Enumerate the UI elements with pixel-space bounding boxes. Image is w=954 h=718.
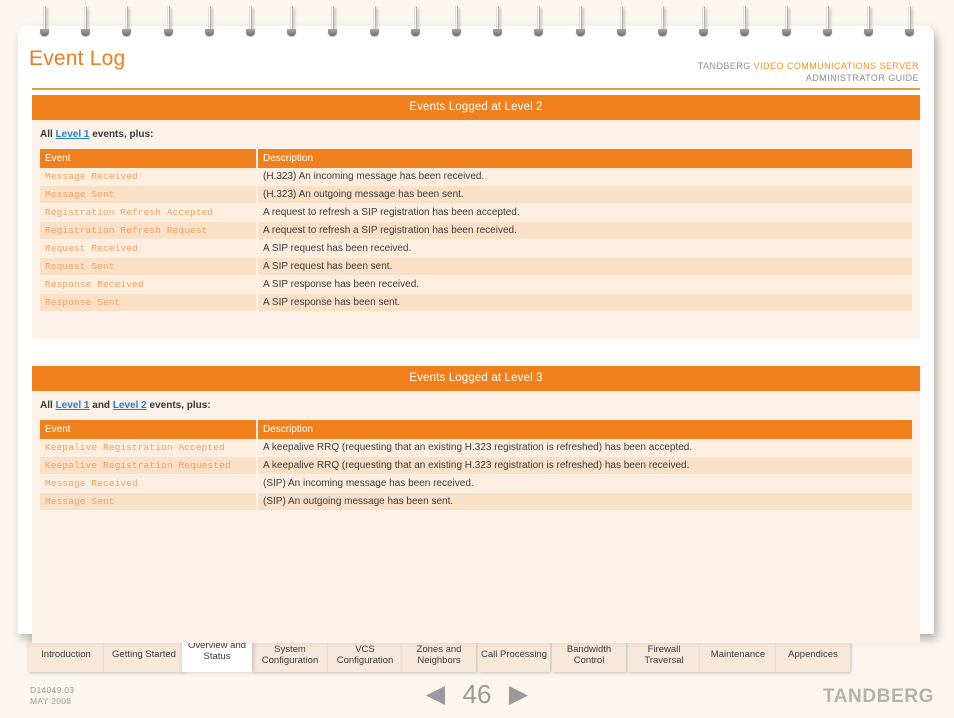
event-description-cell: A SIP request has been sent. (257, 257, 912, 276)
section-body: All Level 1 events, plus: Event Descriptio… (32, 120, 920, 339)
intro-prefix: All (40, 129, 56, 140)
column-header-description: Description (257, 420, 912, 439)
log-level-section: Events Logged at Level 3 All Level 1 and … (32, 366, 920, 643)
event-description-cell: A SIP request has been received. (257, 239, 912, 258)
event-name-cell: Message Received (40, 474, 258, 493)
previous-page-icon[interactable]: ◀ (426, 681, 445, 707)
section-body: All Level 1 and Level 2 events, plus: Eve… (32, 391, 920, 643)
event-name-cell: Registration Refresh Request (40, 221, 258, 240)
event-description-cell: A SIP response has been sent. (257, 293, 912, 312)
pager: ◀ 46 ▶ (0, 681, 954, 707)
tab-label: Maintenance (710, 649, 766, 660)
table-header-row: Event Description (40, 420, 912, 439)
table-row: Registration Refresh Accepted A request t… (40, 203, 912, 222)
event-table: Event Description Message Received (H.323) … (40, 149, 912, 312)
event-name-cell: Response Received (40, 275, 258, 294)
event-description-cell: (H.323) An incoming message has been rec… (257, 168, 912, 186)
brand-line-product: TANDBERG VIDEO COMMUNICATIONS SERVER (698, 60, 919, 72)
tab-label: Getting Started (112, 649, 176, 660)
tab-label: Introduction (41, 649, 91, 660)
next-page-icon[interactable]: ▶ (509, 681, 528, 707)
table-row: Message Sent (SIP) An outgoing message ha… (40, 492, 912, 511)
event-table: Event Description Keepalive Registration A… (40, 420, 912, 511)
tab-label: Appendices (788, 649, 838, 660)
table-row: Request Sent A SIP request has been sent. (40, 257, 912, 276)
intro-suffix: events, plus: (89, 129, 154, 140)
event-name-cell: Message Received (40, 168, 258, 186)
section-title-bar: Events Logged at Level 2 (32, 95, 920, 120)
event-description-cell: A request to refresh a SIP registration … (257, 203, 912, 222)
column-header-event: Event (40, 149, 258, 168)
brand-prefix: TANDBERG (697, 61, 754, 71)
section-intro-text: All Level 1 events, plus: (32, 129, 920, 149)
table-row: Response Received A SIP response has been… (40, 275, 912, 294)
event-description-cell: A SIP response has been received. (257, 275, 912, 294)
tab-label: Call Processing (481, 649, 547, 660)
event-description-cell: (SIP) An outgoing message has been sent. (257, 492, 912, 511)
level-link[interactable]: Level 1 (56, 129, 90, 140)
table-row: Message Sent (H.323) An outgoing message … (40, 185, 912, 204)
intro-suffix: events, plus: (146, 400, 211, 411)
table-header-row: Event Description (40, 149, 912, 168)
event-description-cell: (H.323) An outgoing message has been sen… (257, 185, 912, 204)
tab-label: Bandwidth Control (566, 643, 612, 666)
tandberg-logo: TANDBERG (822, 686, 934, 707)
table-row: Request Received A SIP request has been r… (40, 239, 912, 258)
brand-product: VIDEO COMMUNICATIONS SERVER (753, 61, 919, 71)
table-row: Response Sent A SIP response has been sen… (40, 293, 912, 312)
brand-block: TANDBERG VIDEO COMMUNICATIONS SERVER ADM… (698, 60, 919, 84)
level-link[interactable]: Level 1 (56, 400, 90, 411)
intro-middle: and (89, 400, 113, 411)
event-name-cell: Message Sent (40, 185, 258, 204)
page-number: 46 (462, 679, 492, 709)
tab-label: Firewall Traversal (644, 643, 684, 666)
section-intro-text: All Level 1 and Level 2 events, plus: (32, 400, 920, 420)
intro-prefix: All (40, 400, 56, 411)
tab-label: Overview and Status (187, 640, 247, 662)
column-header-event: Event (40, 420, 258, 439)
table-row: Message Received (SIP) An incoming messag… (40, 474, 912, 493)
section-title-bar: Events Logged at Level 3 (32, 366, 920, 391)
event-description-cell: (SIP) An incoming message has been recei… (257, 474, 912, 493)
event-name-cell: Registration Refresh Accepted (40, 203, 258, 222)
level-link[interactable]: Level 2 (113, 400, 147, 411)
event-name-cell: Keepalive Registration Accepted (40, 439, 258, 457)
event-name-cell: Request Sent (40, 257, 258, 276)
event-description-cell: A keepalive RRQ (requesting that an exis… (257, 456, 912, 475)
table-row: Keepalive Registration Requested A keepal… (40, 456, 912, 475)
content-area: Events Logged at Level 2 All Level 1 even… (32, 95, 920, 643)
event-name-cell: Message Sent (40, 492, 258, 511)
header-divider (32, 88, 920, 90)
tab-label: Zones and Neighbors (416, 643, 462, 666)
event-description-cell: A keepalive RRQ (requesting that an exis… (257, 439, 912, 457)
event-name-cell: Response Sent (40, 293, 258, 312)
event-name-cell: Keepalive Registration Requested (40, 456, 258, 475)
event-name-cell: Request Received (40, 239, 258, 258)
tab-label: System Configuration (261, 643, 319, 666)
column-header-description: Description (257, 149, 912, 168)
table-row: Registration Refresh Request A request to… (40, 221, 912, 240)
log-level-section: Events Logged at Level 2 All Level 1 even… (32, 95, 920, 339)
table-row: Keepalive Registration Accepted A keepali… (40, 439, 912, 457)
event-description-cell: A request to refresh a SIP registration … (257, 221, 912, 240)
page-title: Event Log (29, 47, 126, 70)
tab-label: VCS Configuration (336, 643, 394, 666)
table-row: Message Received (H.323) An incoming mess… (40, 168, 912, 186)
document-header: Event Log TANDBERG VIDEO COMMUNICATIONS … (18, 26, 934, 90)
brand-subtitle: ADMINISTRATOR GUIDE (805, 73, 919, 83)
page-card: Event Log TANDBERG VIDEO COMMUNICATIONS … (18, 26, 934, 643)
